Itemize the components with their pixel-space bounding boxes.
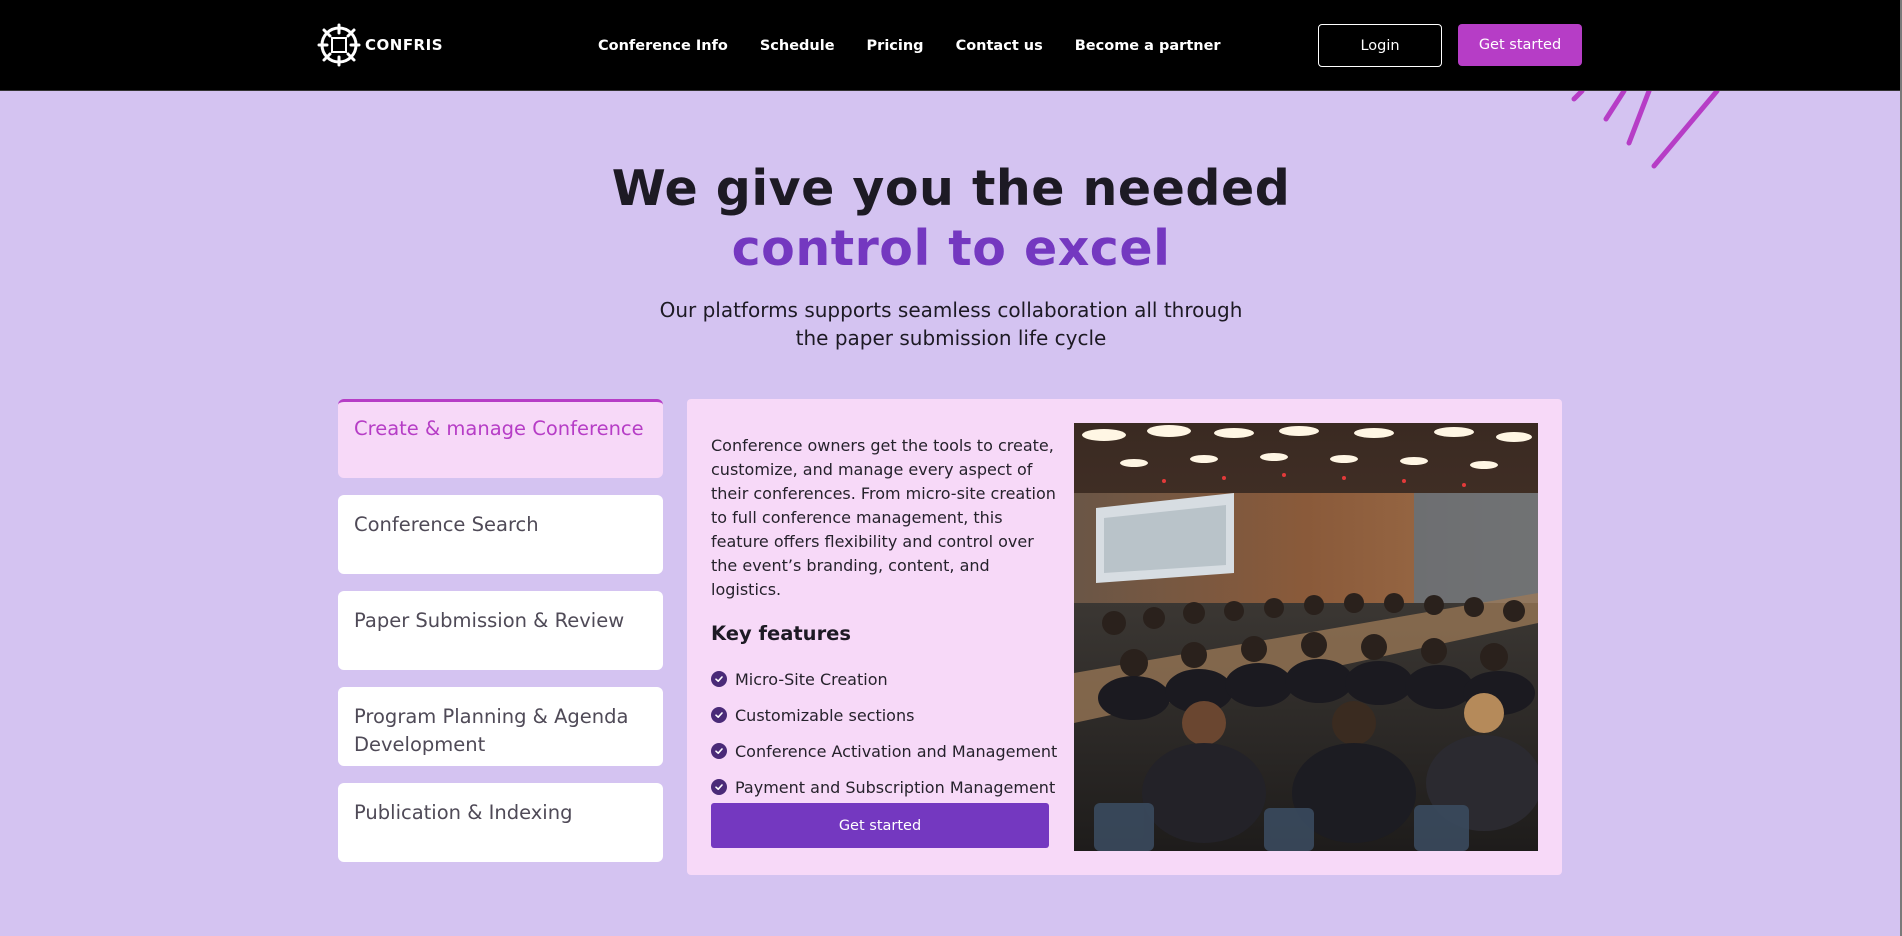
nav-link-schedule[interactable]: Schedule	[760, 38, 835, 54]
tab-create-manage-conference[interactable]: Create & manage Conference	[338, 399, 663, 478]
tab-paper-submission-review[interactable]: Paper Submission & Review	[338, 591, 663, 670]
feature-label: Customizable sections	[735, 705, 915, 725]
decorative-stripes	[1571, 91, 1720, 169]
check-circle-icon	[711, 743, 727, 759]
feature-description: Conference owners get the tools to creat…	[711, 436, 1056, 599]
feature-list: Micro-Site Creation Customizable section…	[711, 661, 1061, 805]
main-nav: Conference Info Schedule Pricing Contact…	[598, 0, 1253, 91]
page: CONFRIS Conference Info Schedule Pricing…	[0, 0, 1902, 936]
hero-title-line-1: We give you the needed	[611, 160, 1291, 217]
list-item: Payment and Subscription Management	[711, 769, 1061, 805]
nav-link-become-a-partner[interactable]: Become a partner	[1075, 38, 1221, 54]
nav-link-conference-info[interactable]: Conference Info	[598, 38, 728, 54]
feature-panel: Conference owners get the tools to creat…	[687, 399, 1562, 875]
key-features-title: Key features	[711, 622, 852, 645]
hero-subtitle: Our platforms supports seamless collabor…	[659, 298, 1243, 350]
conference-photo	[1074, 423, 1538, 851]
conference-hall-image	[1074, 423, 1538, 851]
login-button[interactable]: Login	[1318, 24, 1442, 67]
tab-conference-search[interactable]: Conference Search	[338, 495, 663, 574]
check-circle-icon	[711, 779, 727, 795]
feature-label: Payment and Subscription Management	[735, 777, 1056, 797]
brand-logo[interactable]: CONFRIS	[317, 23, 443, 67]
hero-title-line-2: control to excel	[731, 220, 1171, 277]
top-navbar: CONFRIS Conference Info Schedule Pricing…	[0, 0, 1900, 91]
list-item: Conference Activation and Management	[711, 733, 1061, 769]
check-circle-icon	[711, 671, 727, 687]
check-circle-icon	[711, 707, 727, 723]
feature-label: Micro-Site Creation	[735, 669, 888, 689]
get-started-nav-button[interactable]: Get started	[1458, 24, 1582, 66]
logo-text: CONFRIS	[365, 36, 443, 54]
list-item: Micro-Site Creation	[711, 661, 1061, 697]
list-item: Customizable sections	[711, 697, 1061, 733]
feature-label: Conference Activation and Management	[735, 741, 1058, 761]
nav-link-contact-us[interactable]: Contact us	[956, 38, 1043, 54]
tab-program-planning-agenda[interactable]: Program Planning & Agenda Development	[338, 687, 663, 766]
get-started-button[interactable]: Get started	[711, 803, 1049, 848]
logo-icon	[317, 23, 361, 67]
nav-link-pricing[interactable]: Pricing	[867, 38, 924, 54]
tab-publication-indexing[interactable]: Publication & Indexing	[338, 783, 663, 862]
